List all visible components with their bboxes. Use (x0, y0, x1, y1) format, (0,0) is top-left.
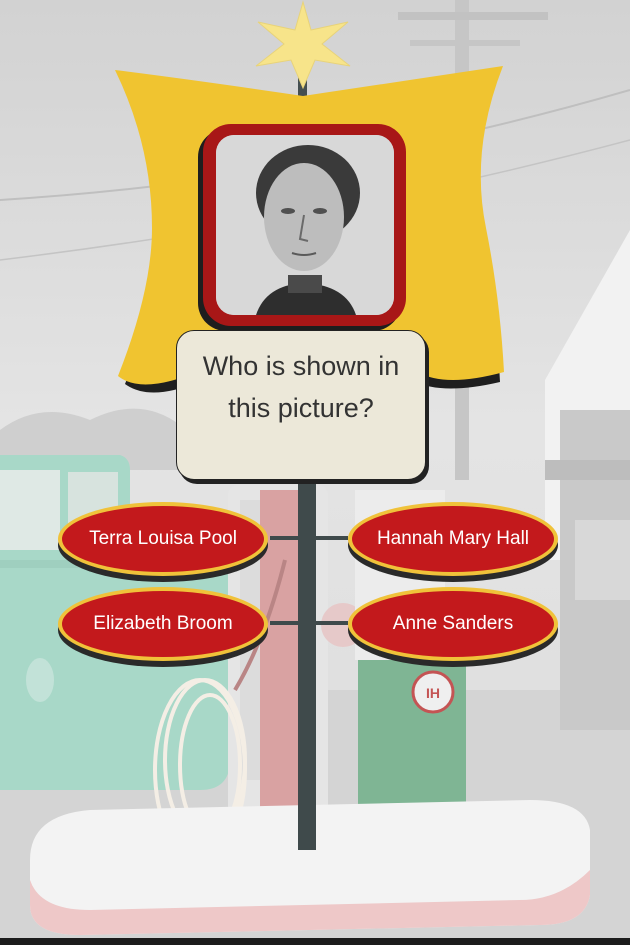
photo-frame (203, 124, 406, 326)
answer-label: Anne Sanders (392, 613, 514, 634)
answer-button-1[interactable]: Terra Louisa Pool (58, 502, 268, 576)
answer-label: Terra Louisa Pool (89, 528, 237, 549)
answer-button-2[interactable]: Hannah Mary Hall (348, 502, 558, 576)
question-card: Who is shown in this picture? (176, 330, 426, 480)
answer-button-4[interactable]: Anne Sanders (348, 587, 558, 661)
answer-button-3[interactable]: Elizabeth Broom (58, 587, 268, 661)
answer-label: Elizabeth Broom (93, 613, 233, 634)
svg-text:IH: IH (426, 685, 440, 701)
bottom-bar (0, 938, 630, 945)
sign-pole (298, 478, 316, 850)
portrait-photo (216, 135, 394, 315)
question-text-line2: this picture? (228, 393, 374, 423)
question-text-line1: Who is shown in (202, 351, 400, 381)
answer-label: Hannah Mary Hall (376, 528, 530, 549)
